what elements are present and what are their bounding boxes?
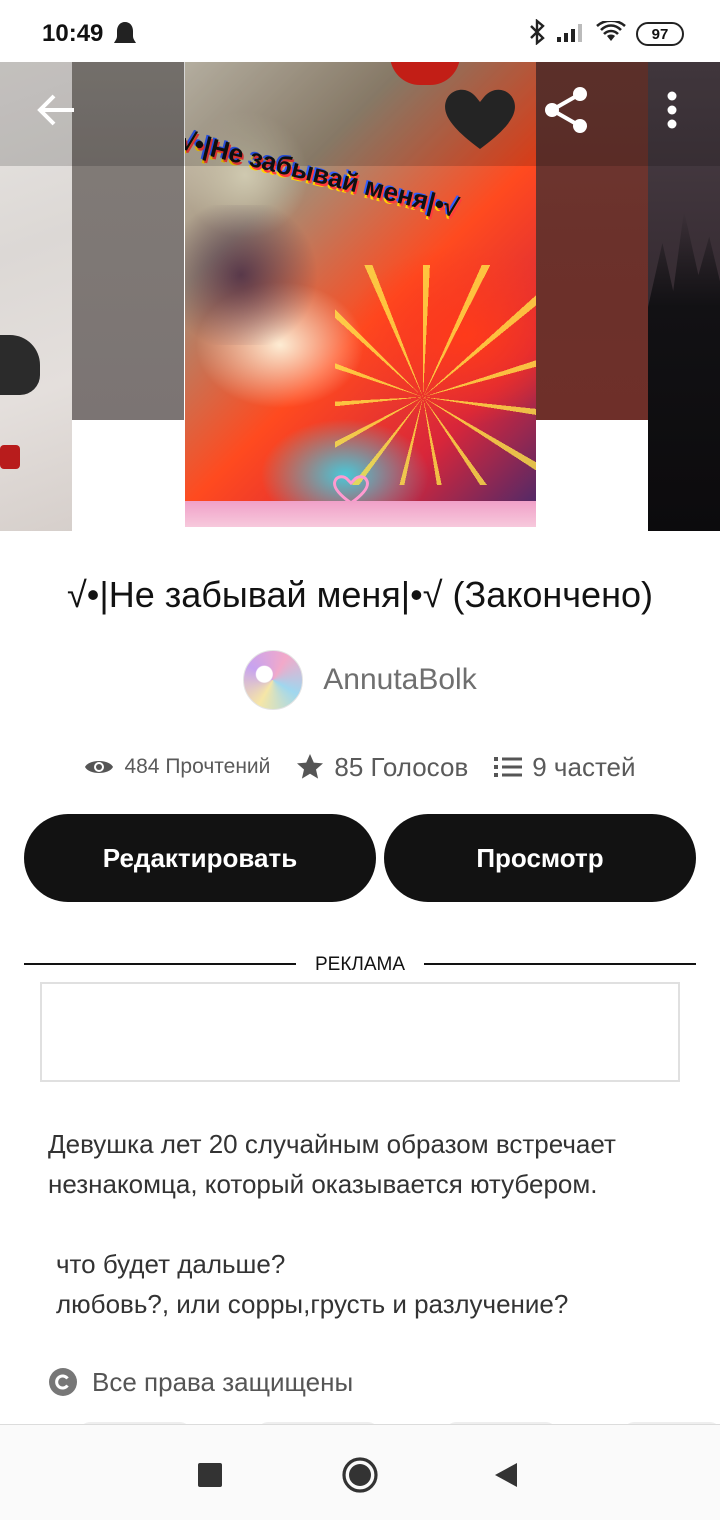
edit-button[interactable]: Редактировать — [24, 814, 376, 902]
parts-stat: 9 частей — [494, 751, 636, 783]
toolbar-overlay — [0, 55, 720, 166]
divider-line — [24, 963, 296, 965]
ad-banner[interactable] — [40, 982, 680, 1082]
share-icon — [545, 87, 587, 133]
view-button[interactable]: Просмотр — [384, 814, 696, 902]
votes-count: 85 Голосов — [334, 751, 469, 782]
list-icon — [494, 757, 523, 777]
status-icons: 97 — [528, 17, 684, 50]
status-bar: 10:49 97 — [0, 0, 720, 62]
star-icon — [297, 754, 324, 779]
share-button[interactable] — [540, 84, 592, 136]
home-circle-icon — [342, 1457, 378, 1493]
triangle-back-icon — [495, 1463, 517, 1487]
author-link[interactable]: AnnutaBolk — [0, 648, 720, 712]
copyright-row: Все права защищены — [48, 1362, 353, 1402]
description-paragraph: любовь?, или сорры,грусть и разлучение? — [56, 1289, 569, 1319]
ad-divider: РЕКЛАМА — [24, 952, 696, 976]
story-description: Девушка лет 20 случайным образом встреча… — [48, 1124, 688, 1324]
ad-label: РЕКЛАМА — [314, 954, 406, 975]
wifi-icon — [596, 18, 626, 48]
square-icon — [198, 1463, 222, 1487]
more-vertical-icon — [667, 91, 677, 129]
system-back-button[interactable] — [476, 1447, 536, 1503]
more-options-button[interactable] — [646, 84, 698, 136]
ghost-icon — [112, 20, 138, 48]
bluetooth-icon — [528, 17, 546, 50]
home-button[interactable] — [330, 1447, 390, 1503]
reads-count: 484 Прочтений — [124, 755, 271, 778]
copyright-text: Все права защищены — [92, 1366, 354, 1397]
arrow-left-icon — [37, 94, 74, 126]
reads-stat: 484 Прочтений — [84, 755, 270, 779]
story-stats: 484 Прочтений 85 Голосов 9 частей — [0, 746, 720, 788]
status-time: 10:49 — [42, 20, 104, 47]
description-paragraph: что будет дальше? — [56, 1249, 286, 1279]
author-name[interactable]: AnnutaBolk — [323, 663, 476, 697]
system-navigation-bar — [0, 1424, 720, 1520]
signal-icon — [556, 21, 586, 48]
author-avatar[interactable] — [243, 650, 304, 710]
copyright-icon — [49, 1368, 77, 1396]
divider-line — [424, 963, 696, 965]
battery-icon: 97 — [636, 22, 684, 46]
description-paragraph: Девушка лет 20 случайным образом встреча… — [48, 1129, 616, 1199]
story-title: √•|Не забывай меня|•√ (Закончено) — [67, 574, 653, 615]
eye-icon — [85, 761, 114, 773]
parts-count: 9 частей — [532, 751, 636, 782]
votes-stat: 85 Голосов — [296, 752, 468, 783]
back-button[interactable] — [30, 84, 82, 136]
recents-button[interactable] — [180, 1447, 240, 1503]
